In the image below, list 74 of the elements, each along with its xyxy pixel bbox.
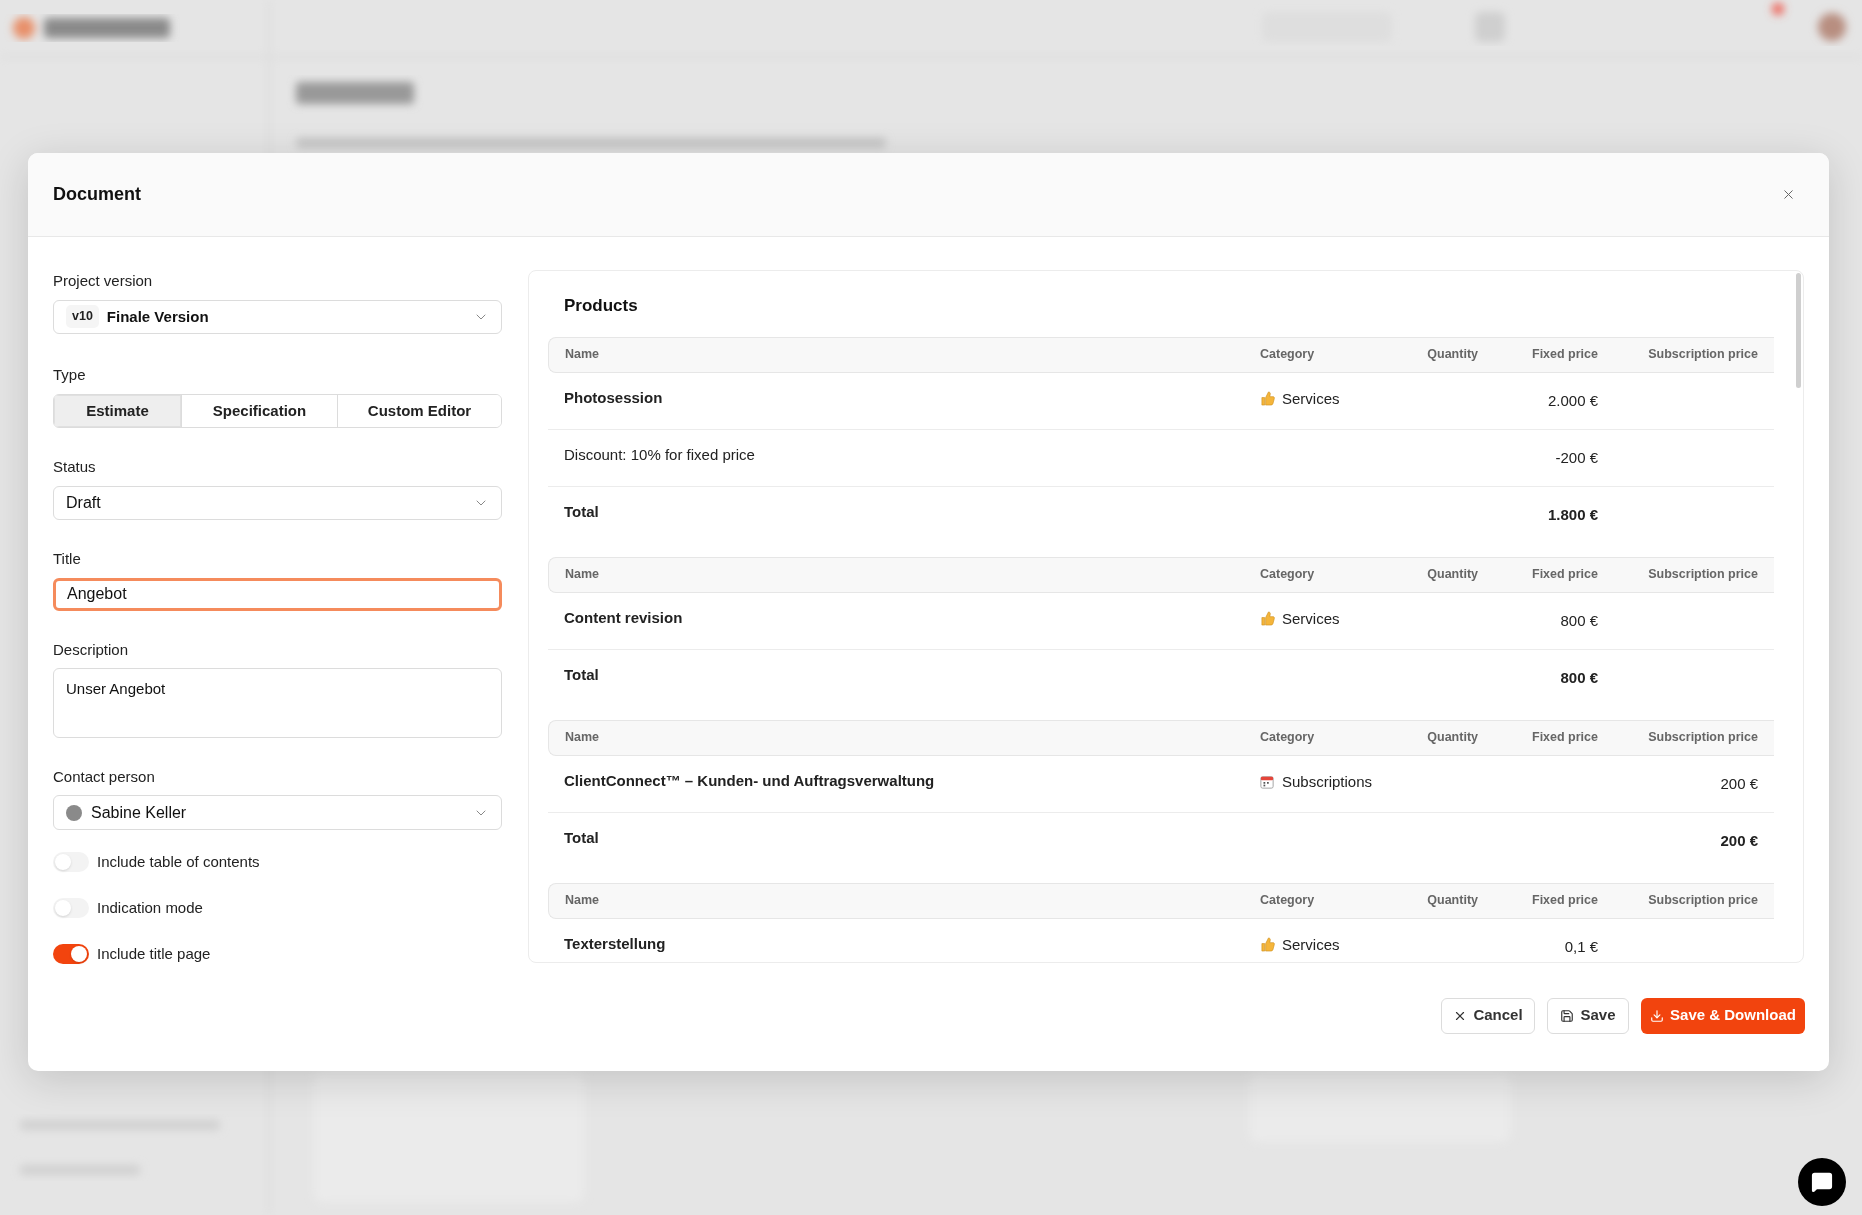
product-name: Discount: 10% for fixed price bbox=[564, 444, 755, 465]
column-header: Fixed price bbox=[1532, 892, 1598, 910]
section-title: Products bbox=[564, 295, 638, 317]
status-select[interactable]: Draft bbox=[53, 485, 502, 520]
field-label: Title bbox=[53, 549, 81, 569]
subscription-price: 200 € bbox=[1720, 831, 1758, 849]
version-badge: v10 bbox=[66, 305, 99, 329]
column-header: Category bbox=[1260, 729, 1315, 747]
download-icon bbox=[1650, 1008, 1665, 1023]
toggle-label: Indication mode bbox=[97, 897, 203, 918]
column-header: Fixed price bbox=[1532, 729, 1598, 747]
column-header: Quantity bbox=[1427, 566, 1478, 584]
category-label: Services bbox=[1282, 388, 1340, 409]
calendar-icon bbox=[1260, 774, 1274, 789]
category-label: Services bbox=[1282, 934, 1340, 955]
field-label: Contact person bbox=[53, 767, 155, 787]
thumbs-up-icon bbox=[1260, 611, 1275, 627]
column-header: Category bbox=[1260, 346, 1315, 364]
toggle-switch[interactable] bbox=[53, 898, 89, 918]
toggle-switch[interactable] bbox=[53, 852, 89, 872]
product-name: Total bbox=[564, 501, 599, 522]
column-header: Subscription price bbox=[1648, 346, 1758, 364]
fixed-price: 800 € bbox=[1560, 668, 1598, 686]
column-header: Category bbox=[1260, 892, 1315, 910]
product-name: Photosession bbox=[564, 387, 663, 408]
thumbs-up-icon bbox=[1260, 937, 1275, 953]
cancel-button[interactable]: Cancel bbox=[1441, 997, 1535, 1034]
column-header: Fixed price bbox=[1532, 346, 1598, 364]
thumbs-up-icon bbox=[1260, 391, 1275, 407]
column-header: Subscription price bbox=[1648, 566, 1758, 584]
contact-select[interactable]: Sabine Keller bbox=[53, 795, 502, 830]
toggle-switch[interactable] bbox=[53, 944, 89, 964]
toggle-label: Include title page bbox=[97, 943, 211, 964]
fixed-price: 800 € bbox=[1560, 611, 1598, 629]
column-header: Name bbox=[565, 566, 600, 584]
column-header: Quantity bbox=[1427, 729, 1478, 747]
product-name: Content revision bbox=[564, 607, 683, 628]
type-tab[interactable]: Custom Editor bbox=[337, 394, 501, 427]
column-header: Fixed price bbox=[1532, 566, 1598, 584]
version-select[interactable]: v10 Finale Version bbox=[53, 299, 502, 334]
column-header: Subscription price bbox=[1648, 729, 1758, 747]
column-header: Quantity bbox=[1427, 346, 1478, 364]
column-header: Name bbox=[565, 892, 600, 910]
scrollbar[interactable] bbox=[1796, 273, 1801, 388]
dialog-title: Document bbox=[53, 183, 141, 206]
chat-button[interactable] bbox=[1798, 1158, 1846, 1206]
download-button[interactable]: Save & Download bbox=[1641, 997, 1805, 1034]
fixed-price: -200 € bbox=[1555, 448, 1598, 466]
product-name: Total bbox=[564, 827, 599, 848]
product-name: Texterstellung bbox=[564, 933, 666, 954]
subscription-price: 200 € bbox=[1720, 774, 1758, 792]
field-label: Project version bbox=[53, 271, 153, 291]
type-tab[interactable]: Estimate bbox=[54, 394, 181, 427]
column-header: Category bbox=[1260, 566, 1315, 584]
product-name: Total bbox=[564, 664, 599, 685]
save-button[interactable]: Save bbox=[1547, 997, 1629, 1034]
field-label: Description bbox=[53, 639, 129, 660]
description-textarea[interactable]: Unser Angebot bbox=[53, 668, 502, 738]
field-label: Status bbox=[53, 457, 96, 477]
column-header: Quantity bbox=[1427, 892, 1478, 910]
chat-icon bbox=[1811, 1171, 1833, 1193]
fixed-price: 2.000 € bbox=[1547, 391, 1598, 409]
avatar-icon bbox=[66, 804, 82, 821]
title-input[interactable]: Angebot bbox=[53, 577, 502, 611]
toggle-label: Include table of contents bbox=[97, 851, 260, 872]
field-label: Type bbox=[53, 365, 86, 385]
column-header: Name bbox=[565, 729, 600, 747]
category-label: Services bbox=[1282, 608, 1340, 629]
category-label: Subscriptions bbox=[1282, 771, 1373, 792]
column-header: Subscription price bbox=[1648, 892, 1758, 910]
product-name: ClientConnect™ – Kunden- und Auftragsverwaltung bbox=[564, 770, 935, 791]
column-header: Name bbox=[565, 346, 600, 364]
fixed-price: 0,1 € bbox=[1564, 937, 1598, 955]
fixed-price: 1.800 € bbox=[1547, 505, 1598, 523]
